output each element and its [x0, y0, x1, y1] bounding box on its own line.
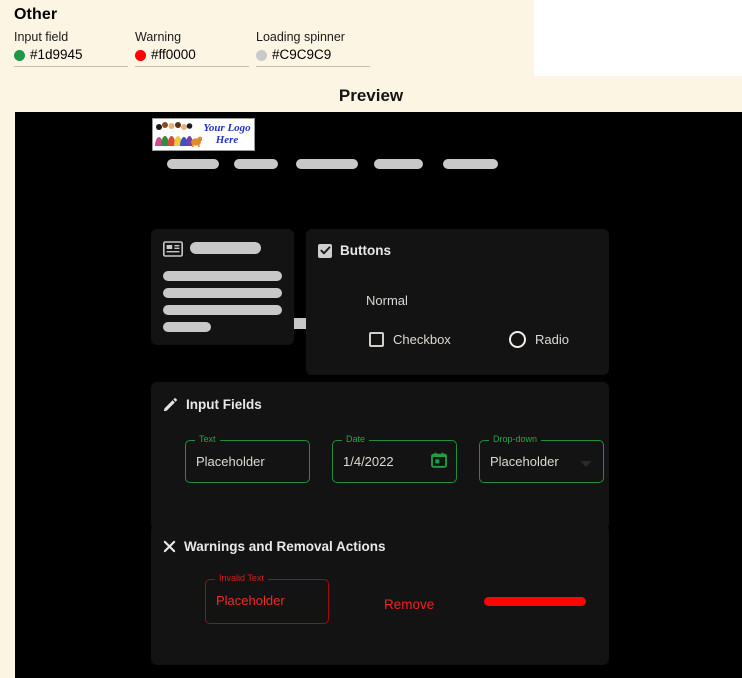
calendar-icon[interactable]: [431, 452, 447, 473]
logo-text-line2: Here: [216, 134, 239, 146]
preview-heading: Preview: [0, 79, 742, 112]
swatch-hex-value: #ff0000: [151, 48, 196, 62]
swatch-label: Warning: [135, 30, 249, 45]
invalid-text-field[interactable]: Invalid Text Placeholder: [205, 579, 329, 624]
warnings-card-title: Warnings and Removal Actions: [163, 539, 386, 554]
swatch-hex-value: #C9C9C9: [272, 48, 331, 62]
warnings-card: Warnings and Removal Actions Invalid Tex…: [151, 525, 609, 665]
buttons-card-title-text: Buttons: [340, 243, 391, 258]
checkbox-checked-icon[interactable]: [318, 244, 332, 258]
logo: Your Logo Here: [152, 118, 255, 151]
swatch-label: Loading spinner: [256, 30, 370, 45]
swatch-input-field: Input field #1d9945: [14, 30, 128, 67]
radio-label: Radio: [535, 332, 569, 347]
preview-canvas: Your Logo Here Buttons Nor: [15, 112, 742, 678]
buttons-card: Buttons Normal Raised Checkbox Radio: [306, 229, 609, 375]
nav-placeholder-item[interactable]: [374, 159, 423, 169]
input-fields-card-title-text: Input Fields: [186, 397, 262, 412]
blank-white-panel: [534, 0, 742, 76]
remove-progress-bar: [484, 597, 586, 606]
swatch-loading-spinner: Loading spinner #C9C9C9: [256, 30, 370, 67]
nav-placeholder-item[interactable]: [296, 159, 358, 169]
checkbox-unchecked-icon[interactable]: [369, 332, 384, 347]
close-x-icon[interactable]: [163, 540, 176, 553]
date-input-legend: Date: [342, 434, 369, 444]
nav-placeholder-item[interactable]: [167, 159, 219, 169]
article-title-placeholder: [190, 242, 261, 254]
color-dot-icon: [135, 50, 146, 61]
article-line-placeholder: [163, 305, 282, 315]
swatch-value-row: #ff0000: [135, 48, 249, 67]
text-input-field[interactable]: Text Placeholder: [185, 440, 310, 483]
input-fields-card-title: Input Fields: [163, 397, 262, 412]
preview-heading-text: Preview: [339, 86, 403, 106]
chevron-down-icon[interactable]: [580, 455, 592, 473]
dropdown-legend: Drop-down: [489, 434, 541, 444]
buttons-card-title: Buttons: [318, 243, 391, 258]
logo-text-line1: Your Logo: [203, 122, 250, 134]
invalid-text-value: Placeholder: [216, 593, 285, 609]
other-palette-section: Other Input field #1d9945 Warning #ff000…: [0, 0, 534, 79]
checkbox-label: Checkbox: [393, 332, 451, 347]
warnings-card-title-text: Warnings and Removal Actions: [184, 539, 386, 554]
logo-text: Your Logo Here: [202, 123, 254, 146]
radio-unchecked-icon[interactable]: [509, 331, 526, 348]
text-input-legend: Text: [195, 434, 220, 444]
swatch-row: Input field #1d9945 Warning #ff0000 Load…: [14, 30, 534, 67]
swatch-value-row: #C9C9C9: [256, 48, 370, 67]
pencil-icon: [163, 397, 178, 412]
swatch-hex-value: #1d9945: [30, 48, 83, 62]
people-group-icon: [154, 120, 202, 149]
article-line-placeholder: [163, 288, 282, 298]
nav-placeholder-item[interactable]: [234, 159, 278, 169]
dropdown-field[interactable]: Drop-down Placeholder: [479, 440, 604, 483]
text-input-value: Placeholder: [196, 454, 265, 470]
remove-button[interactable]: Remove: [384, 597, 434, 612]
invalid-text-legend: Invalid Text: [215, 573, 268, 583]
nav-placeholder-item[interactable]: [443, 159, 498, 169]
radio-control[interactable]: Radio: [509, 331, 569, 348]
color-dot-icon: [256, 50, 267, 61]
article-icon: [163, 241, 183, 257]
date-input-field[interactable]: Date 1/4/2022: [332, 440, 457, 483]
article-card: [151, 229, 294, 345]
article-line-placeholder: [163, 271, 282, 281]
checkbox-control[interactable]: Checkbox: [369, 332, 451, 347]
other-section-title: Other: [14, 6, 534, 24]
dropdown-value: Placeholder: [490, 454, 559, 470]
swatch-value-row: #1d9945: [14, 48, 128, 67]
date-input-value: 1/4/2022: [343, 454, 394, 470]
swatch-warning: Warning #ff0000: [135, 30, 249, 67]
input-fields-card: Input Fields Text Placeholder Date 1/4/2…: [151, 382, 609, 530]
article-line-placeholder: [163, 322, 211, 332]
normal-button[interactable]: Normal: [356, 287, 418, 314]
swatch-label: Input field: [14, 30, 128, 45]
color-dot-icon: [14, 50, 25, 61]
